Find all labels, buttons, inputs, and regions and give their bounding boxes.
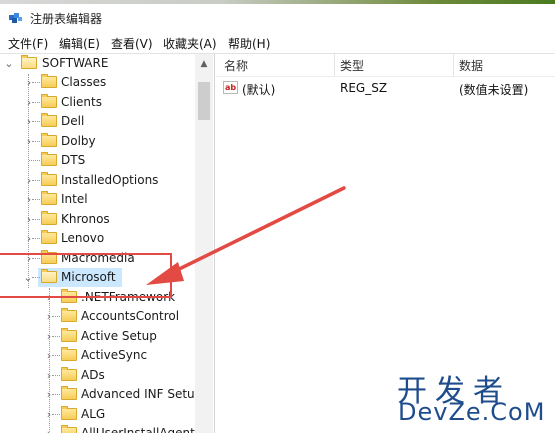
tree-item-clients[interactable]: › Clients xyxy=(0,93,195,112)
menu-bar: 文件(F) 编辑(E) 查看(V) 收藏夹(A) 帮助(H) xyxy=(0,32,555,52)
tree-item-installedoptions[interactable]: › InstalledOptions xyxy=(0,171,195,190)
tree-item-khronos[interactable]: › Khronos xyxy=(0,210,195,229)
tree-item-dts[interactable]: DTS xyxy=(0,151,195,170)
folder-icon xyxy=(61,367,77,381)
folder-icon xyxy=(61,328,77,342)
tree-item-alg[interactable]: › ALG xyxy=(0,405,195,424)
tree-item-intel[interactable]: › Intel xyxy=(0,190,195,209)
tree-connector xyxy=(32,219,40,220)
tree-connector xyxy=(52,336,60,337)
folder-icon xyxy=(41,230,57,244)
tree-item-ads[interactable]: › ADs xyxy=(0,366,195,385)
tree-connector xyxy=(32,141,40,142)
chevron-down-icon[interactable]: ⌄ xyxy=(4,54,14,73)
tree-item-label: Classes xyxy=(61,75,107,89)
tree-item-label: InstalledOptions xyxy=(61,173,159,187)
folder-icon xyxy=(41,74,57,88)
column-header-type[interactable]: 类型 xyxy=(340,57,364,74)
tree-connector xyxy=(52,375,60,376)
tree-item-label: Clients xyxy=(61,95,102,109)
folder-icon xyxy=(61,386,77,400)
column-header-name[interactable]: 名称 xyxy=(224,57,248,74)
folder-icon xyxy=(41,211,57,225)
folder-icon xyxy=(61,308,77,322)
tree-item-label: ActiveSync xyxy=(81,348,148,362)
column-header-data[interactable]: 数据 xyxy=(459,57,483,74)
tree-connector xyxy=(32,180,40,181)
tree-connector xyxy=(32,102,40,103)
highlight-box xyxy=(0,253,172,298)
tree-connector xyxy=(29,160,40,161)
watermark-en: DevZe.CoM xyxy=(398,398,546,426)
value-data: (数值未设置) xyxy=(459,83,529,97)
tree-connector xyxy=(32,121,40,122)
menu-edit[interactable]: 编辑(E) xyxy=(59,35,100,52)
column-separator[interactable] xyxy=(334,54,335,76)
menu-favorites[interactable]: 收藏夹(A) xyxy=(163,35,217,52)
tree-item-dolby[interactable]: › Dolby xyxy=(0,132,195,151)
chevron-right-icon[interactable]: › xyxy=(44,424,54,433)
tree-item-label: Khronos xyxy=(61,212,110,226)
folder-icon xyxy=(61,347,77,361)
column-separator[interactable] xyxy=(453,54,454,76)
folder-icon xyxy=(61,425,77,433)
tree-connector xyxy=(32,238,40,239)
scrollbar-thumb[interactable] xyxy=(198,82,210,120)
tree-connector xyxy=(52,414,60,415)
tree-item-dell[interactable]: › Dell xyxy=(0,112,195,131)
folder-icon xyxy=(41,133,57,147)
tree-connector xyxy=(52,355,60,356)
tree-connector xyxy=(32,82,40,83)
folder-icon xyxy=(41,172,57,186)
folder-icon xyxy=(41,113,57,127)
tree-item-label: Active Setup xyxy=(81,329,157,343)
tree-connector xyxy=(32,199,40,200)
window-title: 注册表编辑器 xyxy=(30,12,103,26)
tree-connector xyxy=(52,394,60,395)
registry-tree[interactable]: ⌄ SOFTWARE › Classes › Clients › Dell › … xyxy=(0,54,215,433)
folder-open-icon xyxy=(21,55,37,69)
tree-item-label: SOFTWARE xyxy=(42,56,109,70)
tree-item-label: Intel xyxy=(61,192,88,206)
tree-item-advanced-inf-setup[interactable]: › Advanced INF Setup xyxy=(0,385,202,404)
string-value-icon: ab xyxy=(223,81,238,94)
tree-item-lenovo[interactable]: › Lenovo xyxy=(0,229,195,248)
tree-item-active-setup[interactable]: › Active Setup xyxy=(0,327,195,346)
tree-item-label: ALG xyxy=(81,407,106,421)
menu-help[interactable]: 帮助(H) xyxy=(228,35,270,52)
tree-item-label: AllUserInstallAgent xyxy=(81,426,195,433)
folder-icon xyxy=(41,94,57,108)
value-name: (默认) xyxy=(242,83,276,97)
title-bar: 注册表编辑器 xyxy=(0,4,555,30)
tree-item-accountscontrol[interactable]: › AccountsControl xyxy=(0,307,195,326)
tree-item-classes[interactable]: › Classes xyxy=(0,73,195,92)
folder-icon xyxy=(61,406,77,420)
tree-item-activesync[interactable]: › ActiveSync xyxy=(0,346,195,365)
tree-item-label: DTS xyxy=(61,153,86,167)
tree-item-label: Dolby xyxy=(61,134,96,148)
regedit-icon xyxy=(8,10,24,24)
value-type: REG_SZ xyxy=(340,81,388,95)
tree-item-software[interactable]: ⌄ SOFTWARE xyxy=(0,54,195,73)
tree-item-alluserinstallagent[interactable]: › AllUserInstallAgent xyxy=(0,424,195,433)
tree-connector xyxy=(52,316,60,317)
tree-item-label: Dell xyxy=(61,114,85,128)
menu-view[interactable]: 查看(V) xyxy=(111,35,153,52)
folder-icon xyxy=(41,191,57,205)
folder-icon xyxy=(41,152,57,166)
tree-item-label: Lenovo xyxy=(61,231,105,245)
tree-item-label: AccountsControl xyxy=(81,309,180,323)
menu-file[interactable]: 文件(F) xyxy=(8,35,48,52)
scroll-up-arrow-icon[interactable]: ▲ xyxy=(195,55,213,73)
tree-item-label: ADs xyxy=(81,368,105,382)
tree-item-label: Advanced INF Setup xyxy=(81,387,203,401)
header-divider xyxy=(216,76,555,77)
